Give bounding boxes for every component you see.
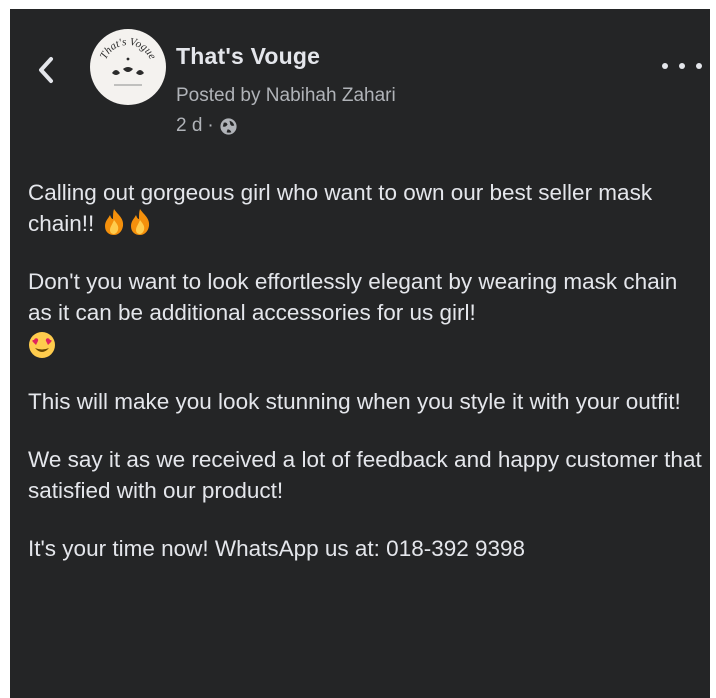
page-avatar[interactable]: That's Vogue [90,29,166,105]
more-dot [696,63,702,69]
more-dot [679,63,685,69]
paragraph-text: Don't you want to look effortlessly eleg… [28,269,678,325]
post-card: That's Vogue That's Vouge Posted by Nabi… [10,9,710,698]
chevron-left-icon [39,57,53,83]
more-options-button[interactable] [662,53,702,79]
post-paragraph: Calling out gorgeous girl who want to ow… [28,177,704,239]
post-paragraph: Don't you want to look effortlessly eleg… [28,266,704,359]
heart-eyes-emoji [29,332,55,358]
page-name[interactable]: That's Vouge [176,43,320,70]
post-meta: 2 d · [176,115,238,137]
post-paragraph: This will make you look stunning when yo… [28,386,704,417]
post-paragraph: We say it as we received a lot of feedba… [28,444,704,506]
logo-icon: That's Vogue [91,30,165,104]
more-horizontal-icon [662,63,668,69]
paragraph-text: This will make you look stunning when yo… [28,389,681,414]
back-button[interactable] [32,53,62,87]
paragraph-text: We say it as we received a lot of feedba… [28,447,702,503]
fire-emoji [104,209,123,235]
fire-emoji [130,209,149,235]
meta-separator: · [207,115,214,136]
posted-by-label[interactable]: Posted by Nabihah Zahari [176,85,396,107]
post-paragraph: It's your time now! WhatsApp us at: 018-… [28,533,704,564]
post-body: Calling out gorgeous girl who want to ow… [28,177,704,591]
post-time[interactable]: 2 d [176,115,202,137]
paragraph-text: It's your time now! WhatsApp us at: 018-… [28,536,526,561]
globe-icon[interactable] [219,117,238,136]
